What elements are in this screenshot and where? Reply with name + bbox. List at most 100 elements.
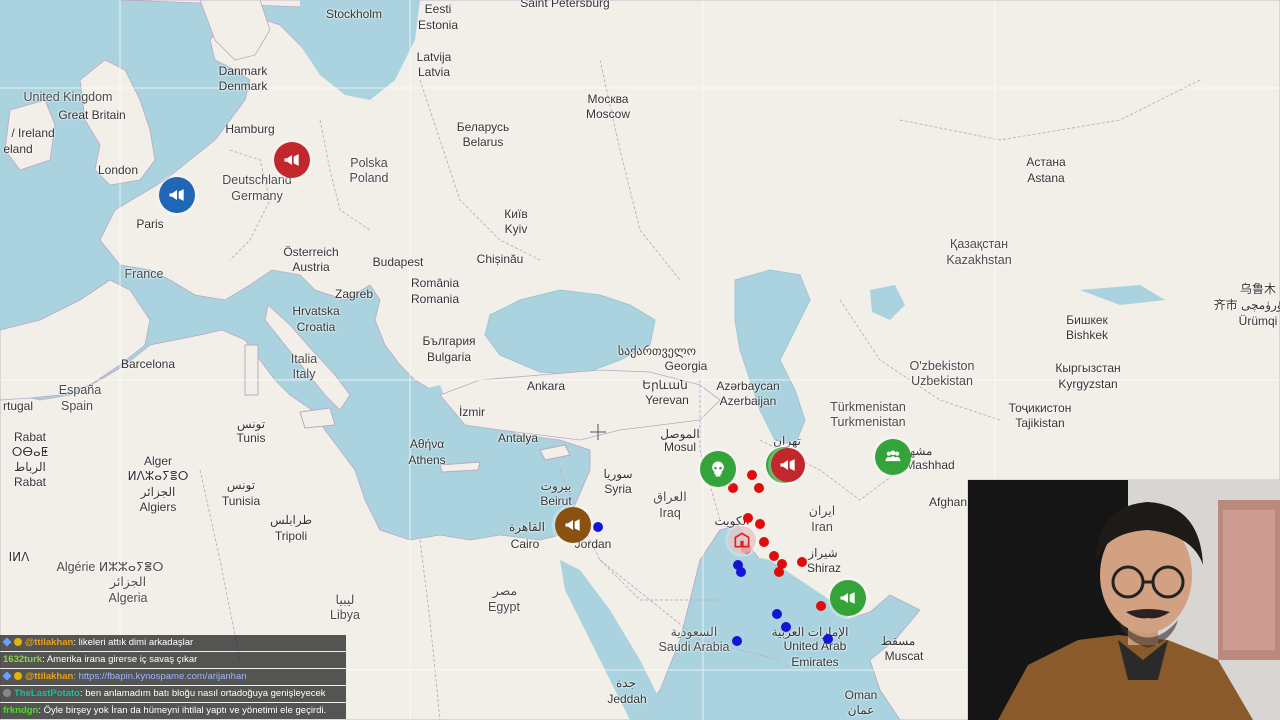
place-label-uzb2: Uzbekistan xyxy=(911,374,973,388)
chat-message: 1632turk: Amerika irana girerse iç savaş… xyxy=(0,652,346,668)
place-label-kaz2: Kazakhstan xyxy=(946,253,1012,267)
event-dot-red[interactable] xyxy=(816,601,826,611)
place-label-shiraz2: Shiraz xyxy=(806,561,842,575)
megaphone-icon xyxy=(169,189,184,201)
place-label-syria1: سوريا xyxy=(603,467,633,481)
place-label-tehran: تهران xyxy=(773,434,801,448)
event-dot-blue[interactable] xyxy=(781,622,791,632)
place-label-cairo1: القاهرة xyxy=(509,520,545,534)
place-label-gb: Great Britain xyxy=(58,108,126,122)
protest-marker-jordan[interactable] xyxy=(555,507,591,543)
place-label-astana2: Astana xyxy=(1027,171,1065,185)
place-label-kyr1: Кыргызстан xyxy=(1055,361,1121,375)
event-dot-blue[interactable] xyxy=(772,609,782,619)
protest-marker-paris[interactable] xyxy=(159,177,195,213)
place-label-rabat3: الرباط xyxy=(14,460,46,474)
place-label-bulgaria1: България xyxy=(422,334,476,348)
place-label-kyiv1: Київ xyxy=(504,207,528,221)
place-label-tunis1: تونس xyxy=(236,417,266,431)
place-label-tripoli2: Tripoli xyxy=(274,529,308,543)
place-label-beirut2: Beirut xyxy=(540,494,572,508)
event-dot-blue[interactable] xyxy=(823,634,833,644)
place-label-portugal: rtugal xyxy=(2,399,34,413)
place-label-alger1: Alger xyxy=(143,454,173,468)
event-dot-red[interactable] xyxy=(774,567,784,577)
place-label-romania1: România xyxy=(410,276,460,290)
place-label-tunis2: Tunis xyxy=(236,431,266,445)
chat-username[interactable]: frkndgn xyxy=(3,705,38,716)
chat-link[interactable]: : https://fbapin.kynospame.com/arijanhan xyxy=(73,671,246,682)
place-label-oman1: Oman xyxy=(844,688,878,702)
event-dot-red[interactable] xyxy=(743,513,753,523)
place-label-moscow1: Москва xyxy=(587,92,629,106)
place-label-uzb1: O'zbekiston xyxy=(909,359,975,373)
place-label-egypt2: Egypt xyxy=(488,600,520,614)
event-dot-red[interactable] xyxy=(728,483,738,493)
streamer-webcam-image xyxy=(968,480,1280,720)
place-label-kyiv2: Kyiv xyxy=(504,222,528,236)
event-dot-red[interactable] xyxy=(747,470,757,480)
megaphone-icon xyxy=(780,459,795,471)
protest-marker-tehran[interactable] xyxy=(771,448,805,482)
place-label-spb: Saint Petersburg xyxy=(520,0,610,10)
casualty-marker-iraq[interactable] xyxy=(700,451,736,487)
place-label-rabat4: Rabat xyxy=(13,475,47,489)
event-dot-blue[interactable] xyxy=(593,522,603,532)
place-label-moscow2: Moscow xyxy=(585,107,631,121)
place-label-izmir: İzmir xyxy=(459,405,485,419)
chat-username[interactable]: 1632turk xyxy=(3,654,42,665)
place-label-algeria2: الجزائر xyxy=(109,575,147,589)
place-label-egypt1: مصر xyxy=(492,584,518,598)
place-label-estonia1: Eesti xyxy=(424,2,452,16)
place-label-barcelona: Barcelona xyxy=(120,357,176,371)
event-dot-blue[interactable] xyxy=(732,636,742,646)
place-label-syria2: Syria xyxy=(604,482,632,496)
place-label-iraq1: العراق xyxy=(653,490,687,504)
place-label-chisinau: Chișinău xyxy=(476,252,524,266)
place-label-kaz1: Қазақстан xyxy=(950,237,1008,251)
mod-badge-icon xyxy=(2,671,12,682)
protest-marker-uae[interactable] xyxy=(830,580,866,616)
place-label-italy1: Italia xyxy=(290,352,318,366)
place-label-budapest: Budapest xyxy=(372,255,424,269)
place-label-bishkek2: Bishkek xyxy=(1065,328,1109,342)
megaphone-icon xyxy=(284,154,299,166)
building-icon xyxy=(734,532,750,548)
place-label-rabat2: ⵔⴱⴰⵟ xyxy=(11,445,49,459)
protest-marker-germany[interactable] xyxy=(274,142,310,178)
event-dot-red[interactable] xyxy=(797,557,807,567)
place-label-belarus2: Belarus xyxy=(462,135,504,149)
chat-username[interactable]: TheLastPotato xyxy=(14,688,80,699)
event-dot-red[interactable] xyxy=(759,537,769,547)
place-label-libya2: Libya xyxy=(330,608,360,622)
event-dot-blue[interactable] xyxy=(736,567,746,577)
place-label-azer2: Azerbaijan xyxy=(719,394,777,408)
place-label-hamburg: Hamburg xyxy=(225,122,275,136)
event-dot-red[interactable] xyxy=(754,483,764,493)
place-label-armenia2: Yerevan xyxy=(645,393,689,407)
chat-text: : Öyle birşey yok İran da hümeyni ihtila… xyxy=(38,705,327,716)
chat-text: : Amerika irana girerse iç savaş çıkar xyxy=(42,654,198,665)
place-label-kyr2: Kyrgyzstan xyxy=(1058,377,1118,391)
chat-message: frkndgn: Öyle birşey yok İran da hümeyni… xyxy=(0,703,346,719)
place-label-ireland2: eland xyxy=(3,142,33,156)
crowd-marker-mashhad[interactable] xyxy=(875,439,911,475)
place-label-armenia1: Երևան xyxy=(642,378,688,392)
place-label-italy2: Italy xyxy=(292,367,316,381)
building-marker-kuwait[interactable] xyxy=(728,526,756,554)
sub-badge-icon xyxy=(14,672,22,681)
place-label-mashhad2: Mashhad xyxy=(905,458,955,472)
place-label-romania2: Romania xyxy=(410,292,460,306)
chat-username[interactable]: @ttilakhan xyxy=(25,671,73,682)
place-label-taj2: Tajikistan xyxy=(1015,416,1065,430)
place-label-iran1: ایران xyxy=(808,504,836,518)
place-label-cairo2: Cairo xyxy=(510,537,540,551)
place-label-antalya: Antalya xyxy=(497,431,539,445)
place-label-taj1: Тоҷикистон xyxy=(1008,401,1072,415)
place-label-latvia1: Latvija xyxy=(416,50,452,64)
webcam-overlay xyxy=(968,480,1280,720)
megaphone-icon xyxy=(565,519,580,531)
chat-username[interactable]: @ttilakhan xyxy=(25,637,73,648)
event-dot-red[interactable] xyxy=(755,519,765,529)
chat-text: : likeleri attık dimi arkadaşlar xyxy=(73,637,194,648)
